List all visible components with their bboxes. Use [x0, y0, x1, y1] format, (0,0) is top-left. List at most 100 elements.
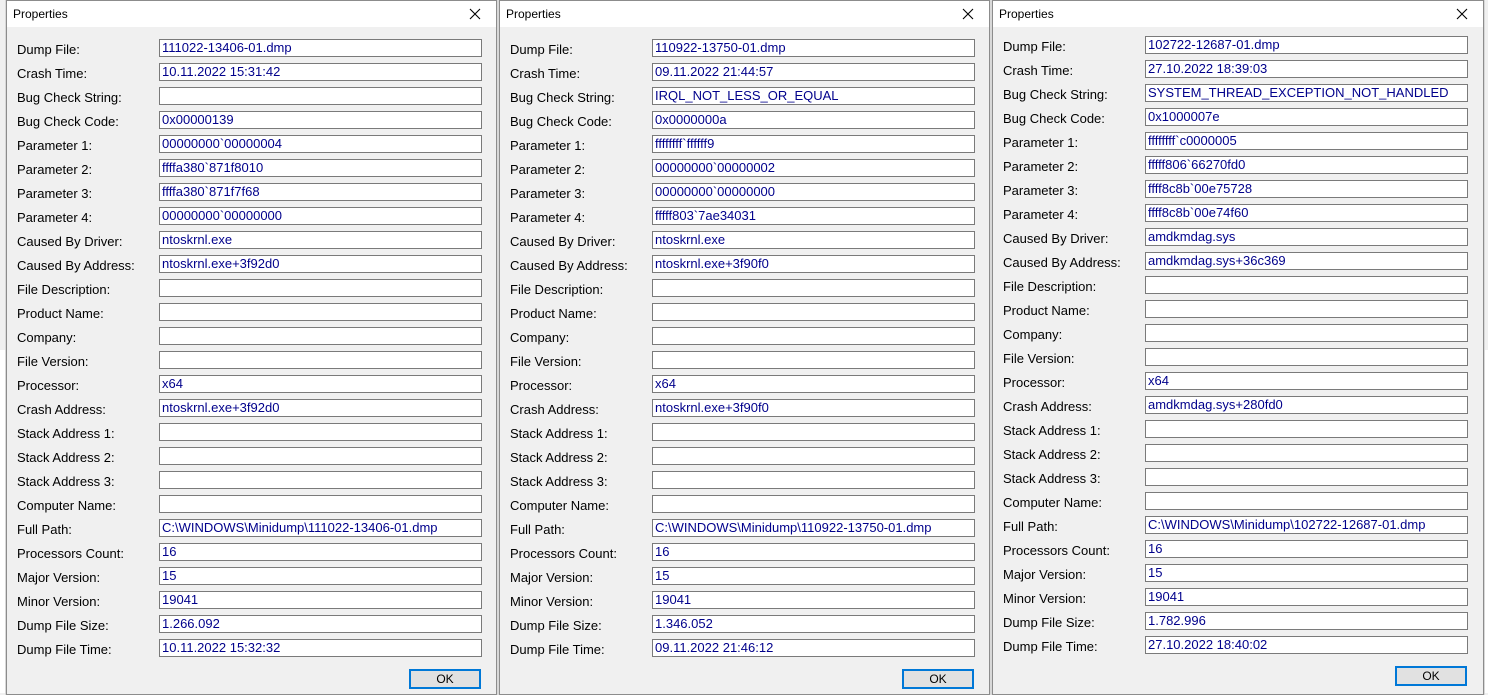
title-bar[interactable]: Properties	[7, 1, 496, 27]
property-value-field[interactable]: 00000000`00000004	[159, 135, 482, 153]
property-value-field[interactable]: 110922-13750-01.dmp	[652, 39, 975, 57]
property-value-field[interactable]: C:\WINDOWS\Minidump\102722-12687-01.dmp	[1145, 516, 1468, 534]
property-value-field[interactable]	[652, 447, 975, 465]
property-value-field[interactable]: 09.11.2022 21:44:57	[652, 63, 975, 81]
property-value-field[interactable]: 1.782.996	[1145, 612, 1468, 630]
property-label: Parameter 3:	[17, 186, 93, 201]
property-value-field[interactable]: 10.11.2022 15:32:32	[159, 639, 482, 657]
property-value-field[interactable]	[1145, 348, 1468, 366]
property-value-field[interactable]: 19041	[159, 591, 482, 609]
property-value-field[interactable]: ntoskrnl.exe	[159, 231, 482, 249]
property-value-field[interactable]	[652, 303, 975, 321]
property-value-field[interactable]: ffffa380`871f7f68	[159, 183, 482, 201]
ok-button[interactable]: OK	[409, 669, 481, 689]
property-value-field[interactable]	[159, 495, 482, 513]
property-label: Parameter 4:	[510, 210, 586, 225]
property-value-field[interactable]: 0x00000139	[159, 111, 482, 129]
title-bar[interactable]: Properties	[993, 1, 1483, 27]
property-value-field[interactable]: ntoskrnl.exe+3f92d0	[159, 399, 482, 417]
property-value-field[interactable]	[159, 351, 482, 369]
property-value-field[interactable]	[1145, 444, 1468, 462]
property-value-field[interactable]	[159, 423, 482, 441]
property-value-field[interactable]	[1145, 300, 1468, 318]
property-value-field[interactable]: x64	[652, 375, 975, 393]
property-value-field[interactable]: 16	[652, 543, 975, 561]
property-value-field[interactable]	[1145, 468, 1468, 486]
property-value-field[interactable]: 15	[652, 567, 975, 585]
property-value-field[interactable]: C:\WINDOWS\Minidump\111022-13406-01.dmp	[159, 519, 482, 537]
property-value-field[interactable]: ntoskrnl.exe	[652, 231, 975, 249]
property-value-field[interactable]	[159, 87, 482, 105]
property-value-field[interactable]: 16	[159, 543, 482, 561]
property-value-field[interactable]: 1.346.052	[652, 615, 975, 633]
property-label: Processors Count:	[510, 546, 617, 561]
property-value-field[interactable]: 15	[159, 567, 482, 585]
property-value-field[interactable]	[652, 351, 975, 369]
close-button[interactable]	[454, 1, 496, 27]
property-value-field[interactable]: ffffffff`ffffff9	[652, 135, 975, 153]
property-label: Computer Name:	[17, 498, 116, 513]
property-value-field[interactable]: 27.10.2022 18:40:02	[1145, 636, 1468, 654]
property-value-field[interactable]: 00000000`00000002	[652, 159, 975, 177]
property-value-field[interactable]	[652, 327, 975, 345]
property-value-field[interactable]: 19041	[1145, 588, 1468, 606]
property-value-field[interactable]: 10.11.2022 15:31:42	[159, 63, 482, 81]
property-label: Stack Address 3:	[17, 474, 115, 489]
property-value-field[interactable]: 1.266.092	[159, 615, 482, 633]
property-value-field[interactable]: ffffa380`871f8010	[159, 159, 482, 177]
property-value-field[interactable]: 15	[1145, 564, 1468, 582]
property-value-field[interactable]	[1145, 492, 1468, 510]
property-value-field[interactable]: amdkmdag.sys	[1145, 228, 1468, 246]
property-value-field[interactable]: 00000000`00000000	[652, 183, 975, 201]
property-value-field[interactable]: ffff8c8b`00e74f60	[1145, 204, 1468, 222]
title-bar[interactable]: Properties	[500, 1, 989, 27]
property-label: Dump File Time:	[1003, 639, 1098, 654]
property-value-field[interactable]	[159, 279, 482, 297]
property-label: Computer Name:	[510, 498, 609, 513]
property-value-field[interactable]	[159, 327, 482, 345]
close-button[interactable]	[947, 1, 989, 27]
property-label: Bug Check String:	[17, 90, 122, 105]
close-button[interactable]	[1441, 1, 1483, 27]
property-value-field[interactable]: fffff806`66270fd0	[1145, 156, 1468, 174]
property-value-field[interactable]: fffff803`7ae34031	[652, 207, 975, 225]
property-value-field[interactable]: SYSTEM_THREAD_EXCEPTION_NOT_HANDLED	[1145, 84, 1468, 102]
property-value-field[interactable]	[652, 471, 975, 489]
property-value-field[interactable]	[652, 423, 975, 441]
property-value-field[interactable]	[159, 303, 482, 321]
property-value-field[interactable]: amdkmdag.sys+280fd0	[1145, 396, 1468, 414]
property-value-field[interactable]	[1145, 324, 1468, 342]
property-value-field[interactable]	[652, 495, 975, 513]
property-value-field[interactable]: 19041	[652, 591, 975, 609]
property-value-field[interactable]: ntoskrnl.exe+3f90f0	[652, 255, 975, 273]
property-value-field[interactable]: C:\WINDOWS\Minidump\110922-13750-01.dmp	[652, 519, 975, 537]
property-value-field[interactable]: 09.11.2022 21:46:12	[652, 639, 975, 657]
property-value-field[interactable]	[1145, 420, 1468, 438]
property-value-field[interactable]: 00000000`00000000	[159, 207, 482, 225]
property-value-field[interactable]: 0x1000007e	[1145, 108, 1468, 126]
property-value-field[interactable]: ffffffff`c0000005	[1145, 132, 1468, 150]
property-value-field[interactable]	[159, 447, 482, 465]
property-label: Bug Check Code:	[17, 114, 119, 129]
property-value-field[interactable]	[1145, 276, 1468, 294]
property-value-field[interactable]: 0x0000000a	[652, 111, 975, 129]
property-value-field[interactable]: 27.10.2022 18:39:03	[1145, 60, 1468, 78]
property-label: Caused By Driver:	[510, 234, 616, 249]
property-value-field[interactable]: IRQL_NOT_LESS_OR_EQUAL	[652, 87, 975, 105]
property-value-field[interactable]: 16	[1145, 540, 1468, 558]
property-value-field[interactable]: ffff8c8b`00e75728	[1145, 180, 1468, 198]
property-value-field[interactable]: x64	[1145, 372, 1468, 390]
property-label: Caused By Driver:	[1003, 231, 1109, 246]
property-value-field[interactable]: ntoskrnl.exe+3f90f0	[652, 399, 975, 417]
property-value-field[interactable]	[652, 279, 975, 297]
property-label: Bug Check String:	[1003, 87, 1108, 102]
property-value-field[interactable]: x64	[159, 375, 482, 393]
property-label: Major Version:	[17, 570, 101, 585]
property-value-field[interactable]: 102722-12687-01.dmp	[1145, 36, 1468, 54]
property-value-field[interactable]: 111022-13406-01.dmp	[159, 39, 482, 57]
ok-button[interactable]: OK	[902, 669, 974, 689]
ok-button[interactable]: OK	[1395, 666, 1467, 686]
property-value-field[interactable]: ntoskrnl.exe+3f92d0	[159, 255, 482, 273]
property-value-field[interactable]	[159, 471, 482, 489]
property-value-field[interactable]: amdkmdag.sys+36c369	[1145, 252, 1468, 270]
